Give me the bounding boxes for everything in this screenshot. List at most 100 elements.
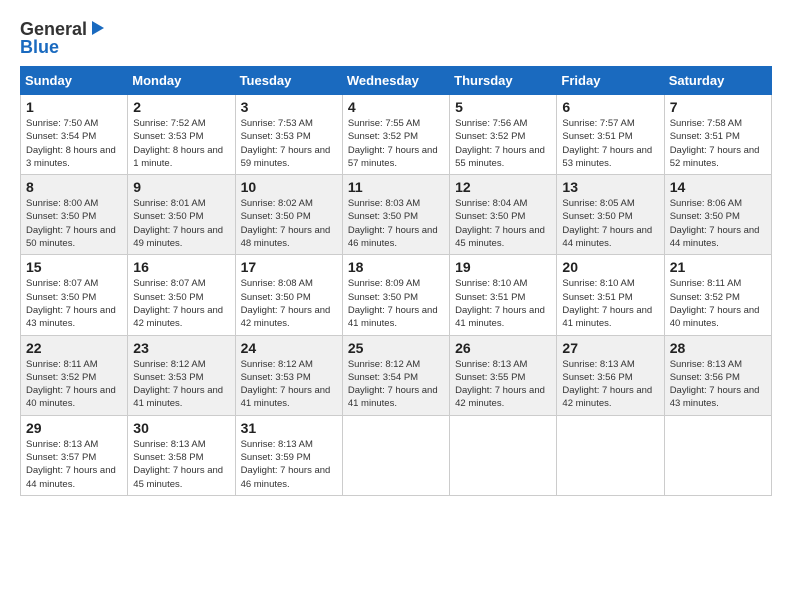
day-number: 12 (455, 179, 551, 195)
calendar-week-row: 8 Sunrise: 8:00 AMSunset: 3:50 PMDayligh… (21, 175, 772, 255)
calendar-week-row: 29 Sunrise: 8:13 AMSunset: 3:57 PMDaylig… (21, 415, 772, 495)
day-info: Sunrise: 8:02 AMSunset: 3:50 PMDaylight:… (241, 198, 331, 249)
calendar-cell: 7 Sunrise: 7:58 AMSunset: 3:51 PMDayligh… (664, 95, 771, 175)
weekday-header-saturday: Saturday (664, 67, 771, 95)
day-number: 3 (241, 99, 337, 115)
day-info: Sunrise: 8:13 AMSunset: 3:56 PMDaylight:… (670, 359, 760, 410)
weekday-header-sunday: Sunday (21, 67, 128, 95)
day-number: 20 (562, 259, 658, 275)
day-number: 13 (562, 179, 658, 195)
day-number: 21 (670, 259, 766, 275)
day-number: 9 (133, 179, 229, 195)
calendar-cell: 28 Sunrise: 8:13 AMSunset: 3:56 PMDaylig… (664, 335, 771, 415)
day-info: Sunrise: 8:12 AMSunset: 3:53 PMDaylight:… (133, 359, 223, 410)
calendar-cell: 19 Sunrise: 8:10 AMSunset: 3:51 PMDaylig… (450, 255, 557, 335)
calendar-week-row: 15 Sunrise: 8:07 AMSunset: 3:50 PMDaylig… (21, 255, 772, 335)
calendar-header-row: SundayMondayTuesdayWednesdayThursdayFrid… (21, 67, 772, 95)
weekday-header-wednesday: Wednesday (342, 67, 449, 95)
day-info: Sunrise: 8:07 AMSunset: 3:50 PMDaylight:… (26, 278, 116, 329)
logo-line1: General (20, 20, 104, 38)
weekday-header-tuesday: Tuesday (235, 67, 342, 95)
calendar-cell (664, 415, 771, 495)
calendar-cell: 10 Sunrise: 8:02 AMSunset: 3:50 PMDaylig… (235, 175, 342, 255)
day-number: 2 (133, 99, 229, 115)
calendar-cell: 29 Sunrise: 8:13 AMSunset: 3:57 PMDaylig… (21, 415, 128, 495)
logo-arrow-icon (92, 21, 104, 35)
day-info: Sunrise: 8:13 AMSunset: 3:58 PMDaylight:… (133, 439, 223, 490)
day-number: 19 (455, 259, 551, 275)
day-number: 15 (26, 259, 122, 275)
calendar-cell: 27 Sunrise: 8:13 AMSunset: 3:56 PMDaylig… (557, 335, 664, 415)
calendar-cell: 13 Sunrise: 8:05 AMSunset: 3:50 PMDaylig… (557, 175, 664, 255)
logo-display: General Blue (20, 20, 104, 56)
calendar-cell: 21 Sunrise: 8:11 AMSunset: 3:52 PMDaylig… (664, 255, 771, 335)
calendar-cell: 26 Sunrise: 8:13 AMSunset: 3:55 PMDaylig… (450, 335, 557, 415)
calendar-cell: 1 Sunrise: 7:50 AMSunset: 3:54 PMDayligh… (21, 95, 128, 175)
day-info: Sunrise: 8:13 AMSunset: 3:59 PMDaylight:… (241, 439, 331, 490)
day-number: 29 (26, 420, 122, 436)
calendar-cell: 31 Sunrise: 8:13 AMSunset: 3:59 PMDaylig… (235, 415, 342, 495)
calendar-cell: 22 Sunrise: 8:11 AMSunset: 3:52 PMDaylig… (21, 335, 128, 415)
day-number: 6 (562, 99, 658, 115)
day-number: 26 (455, 340, 551, 356)
calendar-cell: 24 Sunrise: 8:12 AMSunset: 3:53 PMDaylig… (235, 335, 342, 415)
logo-general-text: General (20, 20, 87, 38)
day-number: 25 (348, 340, 444, 356)
day-number: 18 (348, 259, 444, 275)
day-info: Sunrise: 8:10 AMSunset: 3:51 PMDaylight:… (455, 278, 545, 329)
calendar-cell: 5 Sunrise: 7:56 AMSunset: 3:52 PMDayligh… (450, 95, 557, 175)
day-info: Sunrise: 8:04 AMSunset: 3:50 PMDaylight:… (455, 198, 545, 249)
day-info: Sunrise: 7:50 AMSunset: 3:54 PMDaylight:… (26, 118, 116, 169)
day-info: Sunrise: 8:13 AMSunset: 3:56 PMDaylight:… (562, 359, 652, 410)
day-info: Sunrise: 8:12 AMSunset: 3:54 PMDaylight:… (348, 359, 438, 410)
calendar-cell: 11 Sunrise: 8:03 AMSunset: 3:50 PMDaylig… (342, 175, 449, 255)
day-number: 22 (26, 340, 122, 356)
logo-blue-text: Blue (20, 38, 104, 56)
day-info: Sunrise: 8:01 AMSunset: 3:50 PMDaylight:… (133, 198, 223, 249)
day-info: Sunrise: 7:55 AMSunset: 3:52 PMDaylight:… (348, 118, 438, 169)
calendar-cell: 14 Sunrise: 8:06 AMSunset: 3:50 PMDaylig… (664, 175, 771, 255)
calendar-week-row: 1 Sunrise: 7:50 AMSunset: 3:54 PMDayligh… (21, 95, 772, 175)
calendar-cell: 6 Sunrise: 7:57 AMSunset: 3:51 PMDayligh… (557, 95, 664, 175)
day-info: Sunrise: 8:07 AMSunset: 3:50 PMDaylight:… (133, 278, 223, 329)
day-info: Sunrise: 8:13 AMSunset: 3:57 PMDaylight:… (26, 439, 116, 490)
day-number: 23 (133, 340, 229, 356)
calendar-cell: 12 Sunrise: 8:04 AMSunset: 3:50 PMDaylig… (450, 175, 557, 255)
calendar-cell: 18 Sunrise: 8:09 AMSunset: 3:50 PMDaylig… (342, 255, 449, 335)
day-number: 8 (26, 179, 122, 195)
calendar-cell (342, 415, 449, 495)
day-number: 17 (241, 259, 337, 275)
day-info: Sunrise: 8:09 AMSunset: 3:50 PMDaylight:… (348, 278, 438, 329)
calendar-cell: 23 Sunrise: 8:12 AMSunset: 3:53 PMDaylig… (128, 335, 235, 415)
day-info: Sunrise: 8:11 AMSunset: 3:52 PMDaylight:… (670, 278, 760, 329)
calendar-cell: 30 Sunrise: 8:13 AMSunset: 3:58 PMDaylig… (128, 415, 235, 495)
day-info: Sunrise: 7:56 AMSunset: 3:52 PMDaylight:… (455, 118, 545, 169)
logo: General Blue (20, 20, 104, 56)
day-number: 30 (133, 420, 229, 436)
day-info: Sunrise: 8:13 AMSunset: 3:55 PMDaylight:… (455, 359, 545, 410)
day-info: Sunrise: 7:53 AMSunset: 3:53 PMDaylight:… (241, 118, 331, 169)
calendar-cell: 8 Sunrise: 8:00 AMSunset: 3:50 PMDayligh… (21, 175, 128, 255)
calendar-cell: 20 Sunrise: 8:10 AMSunset: 3:51 PMDaylig… (557, 255, 664, 335)
calendar-cell: 25 Sunrise: 8:12 AMSunset: 3:54 PMDaylig… (342, 335, 449, 415)
calendar-week-row: 22 Sunrise: 8:11 AMSunset: 3:52 PMDaylig… (21, 335, 772, 415)
calendar-cell: 15 Sunrise: 8:07 AMSunset: 3:50 PMDaylig… (21, 255, 128, 335)
calendar-cell: 3 Sunrise: 7:53 AMSunset: 3:53 PMDayligh… (235, 95, 342, 175)
day-number: 14 (670, 179, 766, 195)
calendar-cell: 17 Sunrise: 8:08 AMSunset: 3:50 PMDaylig… (235, 255, 342, 335)
day-number: 11 (348, 179, 444, 195)
day-number: 31 (241, 420, 337, 436)
weekday-header-thursday: Thursday (450, 67, 557, 95)
day-info: Sunrise: 8:00 AMSunset: 3:50 PMDaylight:… (26, 198, 116, 249)
calendar-cell: 2 Sunrise: 7:52 AMSunset: 3:53 PMDayligh… (128, 95, 235, 175)
day-info: Sunrise: 7:52 AMSunset: 3:53 PMDaylight:… (133, 118, 223, 169)
day-number: 5 (455, 99, 551, 115)
day-info: Sunrise: 7:58 AMSunset: 3:51 PMDaylight:… (670, 118, 760, 169)
page-header: General Blue (20, 20, 772, 56)
calendar-cell: 4 Sunrise: 7:55 AMSunset: 3:52 PMDayligh… (342, 95, 449, 175)
weekday-header-friday: Friday (557, 67, 664, 95)
day-number: 27 (562, 340, 658, 356)
day-info: Sunrise: 8:08 AMSunset: 3:50 PMDaylight:… (241, 278, 331, 329)
day-info: Sunrise: 8:05 AMSunset: 3:50 PMDaylight:… (562, 198, 652, 249)
day-number: 16 (133, 259, 229, 275)
